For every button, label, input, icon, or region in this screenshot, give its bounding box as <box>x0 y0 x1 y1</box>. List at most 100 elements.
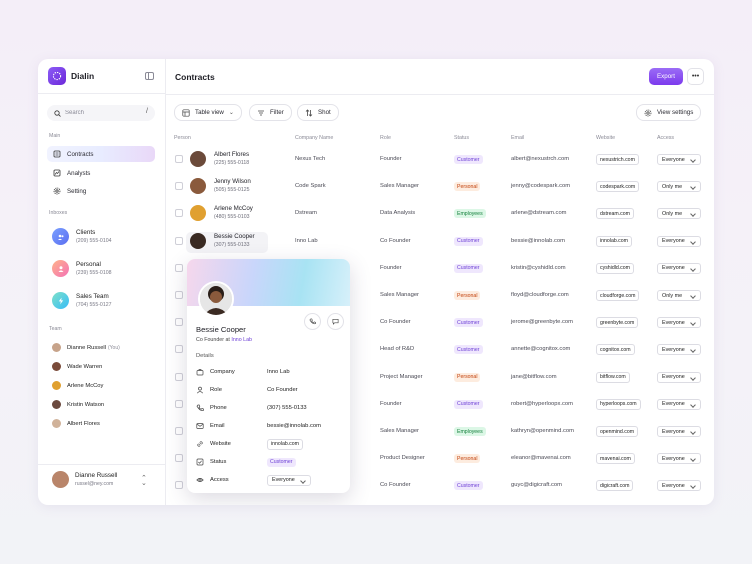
website-chip[interactable]: bitflow.com <box>596 371 630 383</box>
row-checkbox[interactable] <box>175 345 183 354</box>
access-dropdown[interactable]: Everyone <box>657 154 701 165</box>
access-dropdown[interactable]: Only me <box>657 208 701 220</box>
website-chip[interactable]: hyperloops.com <box>596 398 641 410</box>
inbox-clients[interactable]: Clients (209) 555-0104 <box>52 228 111 245</box>
sidebar-item-analysts[interactable]: Analysts <box>47 165 155 181</box>
email-cell[interactable]: robert@hyperloopx.com <box>511 401 573 407</box>
email-cell[interactable]: kristin@cyshidld.com <box>511 265 566 271</box>
website-chip[interactable]: dstream.com <box>596 208 634 220</box>
row-checkbox[interactable] <box>175 155 183 163</box>
message-button[interactable] <box>327 313 344 330</box>
access-dropdown[interactable]: Everyone <box>657 317 701 329</box>
sidebar-toggle-icon[interactable] <box>145 72 154 80</box>
website-chip[interactable]: nexustrich.com <box>596 154 639 165</box>
column-header-access[interactable]: Access <box>657 135 674 141</box>
email-cell[interactable]: arlene@dstream.com <box>511 210 567 216</box>
gear-icon <box>644 109 652 116</box>
status-icon <box>196 458 204 466</box>
person-name[interactable]: Bessie Cooper <box>214 233 255 240</box>
access-dropdown[interactable]: Everyone <box>657 262 701 274</box>
email-cell[interactable]: floyd@cloudforge.com <box>511 292 569 298</box>
website-chip[interactable]: mavenai.com <box>596 453 635 465</box>
user-email: russel@ney.com <box>75 481 114 487</box>
filter-button[interactable]: Filter <box>249 104 292 121</box>
website-chip[interactable]: cognitox.com <box>596 344 635 356</box>
team-member[interactable]: Wade Warren <box>52 362 102 371</box>
team-member[interactable]: Arlene McCoy <box>52 381 103 390</box>
search-input[interactable] <box>65 110 135 116</box>
column-header-person[interactable]: Person <box>174 135 191 141</box>
access-dropdown[interactable]: Everyone <box>657 480 701 492</box>
email-cell[interactable]: jerome@greenbyte.com <box>511 319 573 325</box>
sidebar-item-setting[interactable]: Setting <box>47 183 155 199</box>
team-member[interactable]: Albert Flores <box>52 419 100 428</box>
website-chip[interactable]: codespark.com <box>596 181 640 193</box>
column-header-email[interactable]: Email <box>511 135 524 141</box>
email-cell[interactable]: albert@nexustrch.com <box>511 156 569 162</box>
access-value: Everyone <box>662 374 685 381</box>
access-dropdown[interactable]: Everyone <box>657 453 701 465</box>
company-link[interactable]: Inno Lab <box>231 337 252 343</box>
view-settings-button[interactable]: View settings <box>636 104 702 121</box>
website-chip[interactable]: openmind.com <box>596 426 639 437</box>
email-cell[interactable]: bessie@innolab.com <box>511 238 565 244</box>
team-member-name: Wade Warren <box>67 363 103 370</box>
column-header-company[interactable]: Company Name <box>295 135 333 141</box>
access-dropdown[interactable]: Everyone <box>657 235 701 247</box>
column-header-website[interactable]: Website <box>596 135 615 141</box>
sidebar-item-contracts[interactable]: Contracts <box>47 146 155 162</box>
website-chip[interactable]: greenbyte.com <box>596 317 639 329</box>
row-checkbox[interactable] <box>175 182 183 191</box>
access-dropdown[interactable]: Everyone <box>657 398 701 410</box>
card-website-chip[interactable]: innolab.com <box>267 438 303 450</box>
email-cell[interactable]: eleanor@mavenai.com <box>511 455 571 461</box>
row-checkbox[interactable] <box>175 399 183 408</box>
email-cell[interactable]: jenny@codespark.com <box>511 183 570 189</box>
email-cell[interactable]: kathryn@openmind.com <box>511 428 574 434</box>
lightning-icon <box>52 292 69 309</box>
row-checkbox[interactable] <box>175 318 183 327</box>
row-checkbox[interactable] <box>175 209 183 218</box>
access-dropdown[interactable]: Only me <box>657 290 701 301</box>
role-cell: Founder <box>380 400 402 407</box>
access-dropdown[interactable]: Everyone <box>657 426 701 437</box>
card-role: Co Founder at Inno Lab <box>196 337 252 343</box>
access-dropdown[interactable]: Everyone <box>657 344 701 356</box>
website-chip[interactable]: cloudforge.com <box>596 290 640 301</box>
column-header-status[interactable]: Status <box>454 135 469 141</box>
card-access-dropdown[interactable]: Everyone <box>267 474 311 486</box>
export-button[interactable]: Export <box>649 68 683 85</box>
more-options-icon[interactable]: ••• <box>687 68 704 85</box>
sort-button[interactable]: Shot <box>297 104 339 121</box>
inbox-sales-team[interactable]: Sales Team (704) 555-0127 <box>52 292 111 309</box>
row-checkbox[interactable] <box>175 236 183 245</box>
team-member[interactable]: Kristin Watson <box>52 400 104 409</box>
table-view-dropdown[interactable]: Table view ⌄ <box>174 104 242 121</box>
search-box[interactable]: / <box>47 105 155 121</box>
row-checkbox[interactable] <box>175 454 183 463</box>
inbox-personal[interactable]: Personal (239) 555-0108 <box>52 260 111 277</box>
person-name[interactable]: Jenny Wilson <box>214 178 251 185</box>
website-chip[interactable]: innolab.com <box>596 235 632 247</box>
row-checkbox[interactable] <box>175 427 183 435</box>
row-checkbox[interactable] <box>175 263 183 272</box>
row-checkbox[interactable] <box>175 372 183 381</box>
website-chip[interactable]: cyshidld.com <box>596 262 634 274</box>
access-dropdown[interactable]: Only me <box>657 181 701 193</box>
chevron-updown-icon[interactable]: ⌃ ⌄ <box>141 475 147 487</box>
current-user[interactable]: Dianne Russell russel@ney.com <box>52 471 117 488</box>
email-cell[interactable]: guyc@digicraft.com <box>511 482 562 488</box>
person-name[interactable]: Arlene McCoy <box>214 205 253 212</box>
email-cell[interactable]: jane@bitflow.com <box>511 374 557 380</box>
email-cell[interactable]: annette@cognitox.com <box>511 346 570 352</box>
team-member[interactable]: Dianne Russell (You) <box>52 343 120 352</box>
card-field-key: Status <box>210 459 227 465</box>
filter-icon <box>258 110 264 115</box>
column-header-role[interactable]: Role <box>380 135 391 141</box>
row-checkbox[interactable] <box>175 481 183 490</box>
access-dropdown[interactable]: Everyone <box>657 371 701 383</box>
call-button[interactable] <box>304 313 321 330</box>
person-name[interactable]: Albert Flores <box>214 151 249 158</box>
row-checkbox[interactable] <box>175 291 183 299</box>
website-chip[interactable]: digicraft.com <box>596 480 634 492</box>
